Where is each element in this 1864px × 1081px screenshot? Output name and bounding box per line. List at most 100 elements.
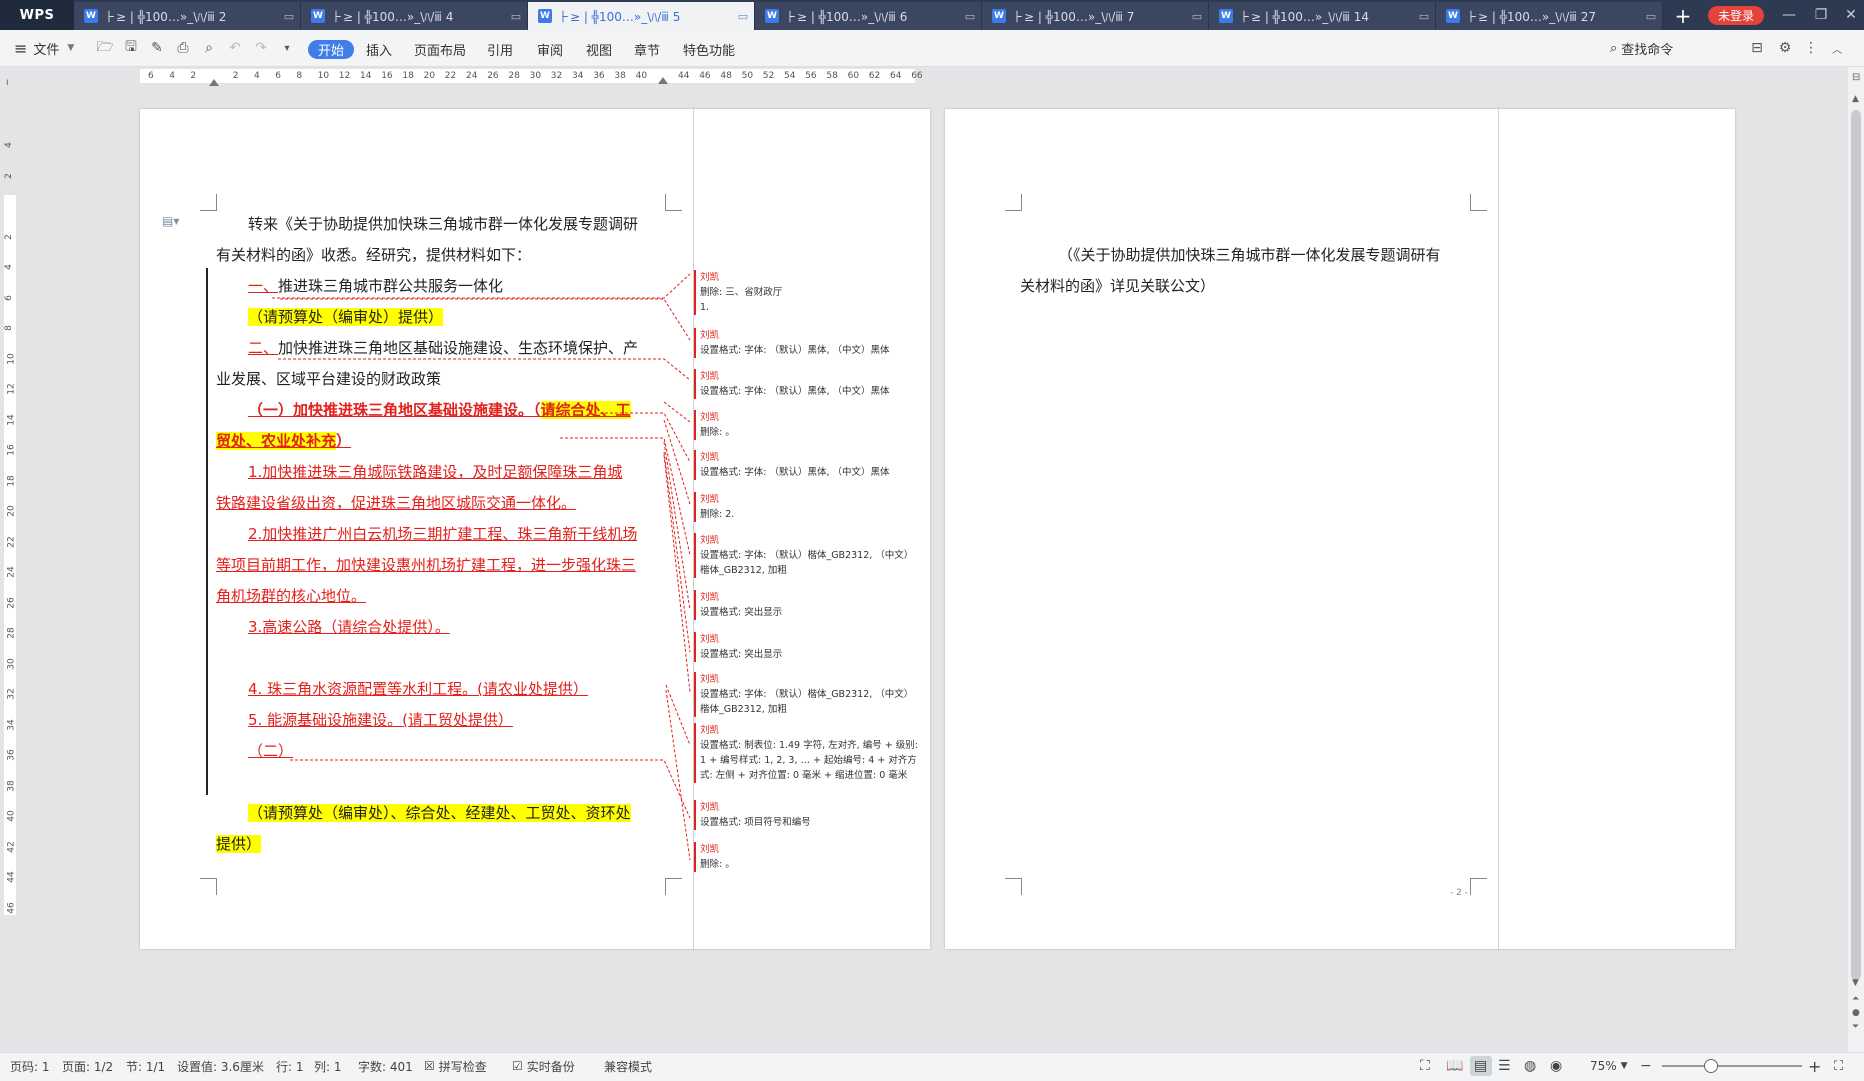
revision-comment[interactable]: 刘凯 设置格式: 字体: （默认）黑体, （中文）黑体 — [694, 369, 919, 399]
status-row[interactable]: 行: 1 — [276, 1052, 304, 1080]
revision-comment[interactable]: 刘凯 设置格式: 制表位: 1.49 字符, 左对齐, 编号 + 级别: 1 + … — [694, 723, 919, 783]
status-section[interactable]: 节: 1/1 — [126, 1052, 165, 1080]
print-preview-icon[interactable]: ⌕ — [198, 37, 220, 59]
zoom-slider[interactable] — [1662, 1065, 1802, 1067]
zoom-in-icon[interactable]: + — [1808, 1052, 1821, 1080]
ribbon-tab[interactable]: 页面布局 — [414, 38, 466, 60]
comment-author: 刘凯 — [700, 371, 720, 382]
minimize-icon[interactable]: — — [1773, 0, 1805, 30]
doc-sidebar-icon[interactable]: ⊟ — [1746, 37, 1768, 59]
page-2-body[interactable]: （《关于协助提供加快珠三角城市群一体化发展专题调研有 关材料的函》详见关联公文） — [1020, 240, 1470, 302]
scroll-up-icon[interactable]: ▲ — [1852, 94, 1859, 104]
tab-window-icon[interactable]: ▭ — [278, 10, 300, 23]
page-view-icon[interactable]: ▤ — [1474, 1052, 1487, 1080]
revision-comment[interactable]: 刘凯 删除: 。 — [694, 410, 919, 440]
tab-window-icon[interactable]: ▭ — [732, 10, 754, 23]
more-icon[interactable]: ⋮ — [1800, 37, 1822, 59]
revision-comment[interactable]: 刘凯 设置格式: 字体: （默认）楷体_GB2312, （中文）楷体_GB2312… — [694, 533, 919, 578]
status-setting[interactable]: 设置值: 3.6厘米 — [177, 1052, 264, 1080]
revision-comment[interactable]: 刘凯 设置格式: 字体: （默认）黑体, （中文）黑体 — [694, 450, 919, 480]
document-tab[interactable]: W ⺊≥ | ╬100…»_\ﾊ/ⅲ 14 ▭ — [1209, 2, 1436, 30]
ribbon-tab[interactable]: 插入 — [366, 38, 392, 60]
new-tab-button[interactable]: + — [1668, 2, 1698, 30]
status-words[interactable]: 字数: 401 — [358, 1052, 413, 1080]
document-tab[interactable]: W ⺊≥ | ╬100…»_\ﾊ/ⅲ 7 ▭ — [982, 2, 1209, 30]
eye-protect-icon[interactable]: ◉ — [1550, 1052, 1562, 1080]
doc-line: 提供） — [216, 829, 664, 860]
scroll-down-icon[interactable]: ▼ — [1852, 978, 1859, 988]
document-tab[interactable]: W ⺊≥ | ╬100…»_\ﾊ/ⅲ 2 ▭ — [74, 2, 301, 30]
revision-comment[interactable]: 刘凯 删除: 三、省财政厅 1. — [694, 270, 919, 315]
crop-mark — [665, 878, 682, 895]
search-command[interactable]: ⌕ 查找命令 — [1610, 37, 1673, 59]
collapse-ribbon-icon[interactable]: ︿ — [1826, 37, 1848, 59]
backup-button[interactable]: ☑ 实时备份 — [512, 1052, 575, 1080]
login-button[interactable]: 未登录 — [1708, 6, 1764, 25]
ruler-toggle-icon[interactable]: ⊟ — [1852, 72, 1860, 83]
ribbon-tab[interactable]: 审阅 — [537, 38, 563, 60]
select-browse-icon[interactable]: ● — [1852, 1008, 1860, 1018]
open-icon[interactable]: 🗁 — [94, 37, 116, 59]
right-indent-marker-icon[interactable] — [658, 77, 668, 84]
fit-page-icon[interactable]: ⛶ — [1834, 1052, 1843, 1080]
revision-comment[interactable]: 刘凯 设置格式: 突出显示 — [694, 590, 919, 620]
revision-comment[interactable]: 刘凯 设置格式: 字体: （默认）黑体, （中文）黑体 — [694, 328, 919, 358]
zoom-out-icon[interactable]: − — [1640, 1052, 1652, 1080]
revision-comment[interactable]: 刘凯 删除: 。 — [694, 842, 919, 872]
zoom-dropdown[interactable]: 75% ▼ — [1590, 1052, 1628, 1080]
revision-comment[interactable]: 刘凯 删除: 2. — [694, 492, 919, 522]
backup-label: 实时备份 — [526, 1059, 575, 1074]
paragraph-menu-icon[interactable]: ▤▾ — [162, 214, 179, 228]
document-tab[interactable]: W ⺊≥ | ╬100…»_\ﾊ/ⅲ 6 ▭ — [755, 2, 982, 30]
tab-window-icon[interactable]: ▭ — [505, 10, 527, 23]
ribbon-tab[interactable]: 章节 — [634, 38, 660, 60]
web-view-icon[interactable]: ◍ — [1524, 1052, 1536, 1080]
print-icon[interactable]: ⎙ — [172, 37, 194, 59]
ruler-tick-label: 42 — [6, 840, 17, 853]
file-menu[interactable]: ≡ 文件 ▼ — [14, 37, 74, 59]
zoom-slider-handle[interactable] — [1704, 1059, 1718, 1073]
indent-marker-icon[interactable] — [209, 79, 219, 86]
restore-icon[interactable]: ❐ — [1805, 0, 1837, 30]
tab-window-icon[interactable]: ▭ — [1186, 10, 1208, 23]
doc-line: （请预算处（编审处）提供） — [216, 302, 664, 333]
ribbon-tab[interactable]: 开始 — [308, 38, 355, 60]
revision-comment[interactable]: 刘凯 设置格式: 突出显示 — [694, 632, 919, 662]
ribbon-tab[interactable]: 引用 — [487, 38, 513, 60]
read-mode-icon[interactable]: 📖 — [1446, 1052, 1463, 1080]
document-tab[interactable]: W ⺊≥ | ╬100…»_\ﾊ/ⅲ 5 ▭ — [528, 2, 755, 30]
close-icon[interactable]: ✕ — [1835, 0, 1864, 30]
status-col[interactable]: 列: 1 — [314, 1052, 342, 1080]
status-page-code[interactable]: 页码: 1 — [10, 1052, 50, 1080]
format-painter-icon[interactable]: ✎ — [146, 37, 168, 59]
ruler-tick-label: 38 — [614, 71, 626, 81]
ruler-tick-label: 36 — [6, 749, 17, 761]
fullscreen-icon[interactable]: ⛶ — [1420, 1052, 1430, 1080]
ribbon-tab-label: 视图 — [586, 43, 613, 59]
outline-view-icon[interactable]: ☰ — [1498, 1052, 1511, 1080]
ribbon-tab[interactable]: 视图 — [586, 38, 612, 60]
quick-access-dropdown-icon[interactable]: ▾ — [276, 37, 298, 59]
scrollbar-thumb[interactable] — [1851, 110, 1861, 980]
wps-logo[interactable]: WPS — [0, 0, 74, 30]
ruler-tick-label: 4 — [3, 264, 14, 270]
page-1-body[interactable]: 转来《关于协助提供加快珠三角城市群一体化发展专题调研 有关材料的函》收悉。经研究，… — [216, 209, 664, 860]
revision-comment[interactable]: 刘凯 设置格式: 字体: （默认）楷体_GB2312, （中文）楷体_GB2312… — [694, 672, 919, 717]
document-tab[interactable]: W ⺊≥ | ╬100…»_\ﾊ/ⅲ 27 ▭ — [1436, 2, 1663, 30]
revision-comment[interactable]: 刘凯 设置格式: 项目符号和编号 — [694, 800, 919, 830]
document-tab[interactable]: W ⺊≥ | ╬100…»_\ﾊ/ⅲ 4 ▭ — [301, 2, 528, 30]
ribbon-tab[interactable]: 特色功能 — [683, 38, 735, 60]
tab-window-icon[interactable]: ▭ — [1413, 10, 1435, 23]
page-2[interactable] — [945, 109, 1735, 949]
prev-page-icon[interactable]: ⏶ — [1852, 994, 1859, 1004]
next-page-icon[interactable]: ⏷ — [1852, 1022, 1859, 1032]
save-icon[interactable]: 🖫 — [120, 37, 142, 59]
tab-window-icon[interactable]: ▭ — [1640, 10, 1662, 23]
comment-author: 刘凯 — [700, 844, 720, 855]
spell-check-button[interactable]: ☒ 拼写检查 — [424, 1052, 487, 1080]
settings-icon[interactable]: ⚙ — [1774, 37, 1796, 59]
status-page[interactable]: 页面: 1/2 — [62, 1052, 113, 1080]
tab-window-icon[interactable]: ▭ — [959, 10, 981, 23]
undo-icon[interactable]: ↶ — [224, 37, 246, 59]
redo-icon[interactable]: ↷ — [250, 37, 272, 59]
